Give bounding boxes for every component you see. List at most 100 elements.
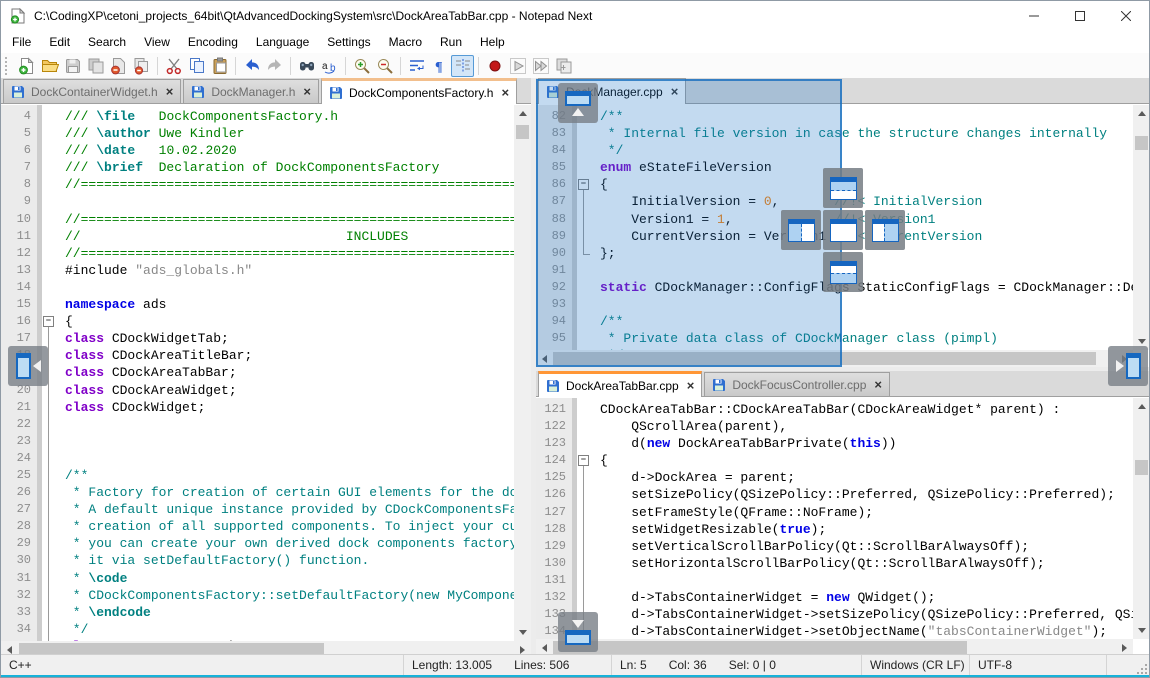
code-line[interactable]: 123 d(new DockAreaTabBarPrivate(this)) (536, 435, 1133, 452)
show-all-characters-icon[interactable]: ¶ (428, 55, 451, 77)
close-tab-icon[interactable]: × (874, 380, 882, 390)
drop-indicator-area-right[interactable] (865, 210, 905, 250)
code-line[interactable]: 4/// \file DockComponentsFactory.h (1, 108, 514, 125)
macro-play-icon[interactable] (506, 55, 529, 77)
menu-help[interactable]: Help (471, 32, 514, 52)
close-icon-toolbar[interactable] (107, 55, 130, 77)
tab-dockcontainerwidget-h[interactable]: DockContainerWidget.h × (3, 79, 181, 103)
fold-marker[interactable]: − (37, 313, 57, 330)
macro-record-icon[interactable] (483, 55, 506, 77)
drop-indicator-container-left[interactable] (8, 346, 48, 386)
code-line[interactable]: 130 setHorizontalScrollBarPolicy(Qt::Scr… (536, 555, 1133, 572)
close-tab-icon[interactable]: × (687, 381, 695, 391)
code-line[interactable]: 121CDockAreaTabBar::CDockAreaTabBar(CDoc… (536, 401, 1133, 418)
copy-icon[interactable] (185, 55, 208, 77)
find-icon[interactable] (295, 55, 318, 77)
close-tab-icon[interactable]: × (166, 87, 174, 97)
code-line[interactable]: 32 * CDockComponentsFactory::setDefaultF… (1, 587, 514, 604)
menu-settings[interactable]: Settings (318, 32, 379, 52)
drop-indicator-area-bottom[interactable] (823, 252, 863, 292)
drop-indicator-area-left[interactable] (781, 210, 821, 250)
drop-indicator-area-top[interactable] (823, 168, 863, 208)
new-file-icon[interactable] (15, 55, 38, 77)
code-line[interactable]: 27 * A default unique instance provided … (1, 501, 514, 518)
paste-icon[interactable] (208, 55, 231, 77)
code-line[interactable]: 30 * it via setDefaultFactory() function… (1, 552, 514, 569)
vertical-scrollbar[interactable] (1133, 398, 1150, 639)
tab-dockmanager-h[interactable]: DockManager.h × (183, 79, 319, 103)
code-line[interactable]: 13#include "ads_globals.h" (1, 262, 514, 279)
menu-file[interactable]: File (3, 32, 40, 52)
code-line[interactable]: 24 (1, 450, 514, 467)
code-line[interactable]: 9 (1, 193, 514, 210)
code-line[interactable]: 11// INCLUDES (1, 228, 514, 245)
resize-grip[interactable] (1141, 668, 1143, 670)
close-button[interactable] (1103, 1, 1149, 31)
toolbar-grip[interactable] (5, 57, 10, 75)
tab-dockfocuscontroller-cpp[interactable]: DockFocusController.cpp × (704, 372, 890, 396)
close-tab-icon[interactable]: × (303, 87, 311, 97)
code-line[interactable]: 34 */ (1, 621, 514, 638)
code-line[interactable]: 127 setFrameStyle(QFrame::NoFrame); (536, 504, 1133, 521)
tab-dockcomponentsfactory-h[interactable]: DockComponentsFactory.h × (321, 78, 517, 104)
close-all-icon[interactable] (130, 55, 153, 77)
maximize-button[interactable] (1057, 1, 1103, 31)
vertical-scrollbar[interactable] (1133, 105, 1150, 350)
code-line[interactable]: 22 (1, 416, 514, 433)
code-line[interactable]: 33 * \endcode (1, 604, 514, 621)
drop-indicator-container-top[interactable] (558, 83, 598, 123)
menu-search[interactable]: Search (79, 32, 135, 52)
code-line[interactable]: 6/// \date 10.02.2020 (1, 142, 514, 159)
open-file-icon[interactable] (38, 55, 61, 77)
code-line[interactable]: 10//====================================… (1, 211, 514, 228)
menu-language[interactable]: Language (247, 32, 318, 52)
code-line[interactable]: 31 * \code (1, 570, 514, 587)
code-line[interactable]: 131 (536, 572, 1133, 589)
code-line[interactable]: 126 setSizePolicy(QSizePolicy::Preferred… (536, 486, 1133, 503)
code-line[interactable]: 7/// \brief Declaration of DockComponent… (1, 159, 514, 176)
code-line[interactable]: 14 (1, 279, 514, 296)
code-line[interactable]: 16−{ (1, 313, 514, 330)
fold-marker[interactable]: − (572, 452, 592, 469)
code-line[interactable]: 20class CDockAreaWidget; (1, 382, 514, 399)
menu-run[interactable]: Run (431, 32, 471, 52)
menu-edit[interactable]: Edit (40, 32, 79, 52)
code-line[interactable]: 17class CDockWidgetTab; (1, 330, 514, 347)
save-all-icon[interactable] (84, 55, 107, 77)
editor-dockareatabbar[interactable]: 121CDockAreaTabBar::CDockAreaTabBar(CDoc… (536, 398, 1133, 642)
code-line[interactable]: 132 d->TabsContainerWidget = new QWidget… (536, 589, 1133, 606)
cut-icon[interactable] (162, 55, 185, 77)
code-line[interactable]: 28 * creation of all supported component… (1, 518, 514, 535)
code-line[interactable]: 15namespace ads (1, 296, 514, 313)
replace-icon[interactable]: ab (318, 55, 341, 77)
menu-macro[interactable]: Macro (380, 32, 431, 52)
drop-indicator-area-center[interactable] (823, 210, 863, 250)
code-line[interactable]: 122 QScrollArea(parent), (536, 418, 1133, 435)
code-line[interactable]: 18class CDockAreaTitleBar; (1, 347, 514, 364)
code-line[interactable]: 19class CDockAreaTabBar; (1, 364, 514, 381)
menu-view[interactable]: View (135, 32, 179, 52)
code-line[interactable]: 23 (1, 433, 514, 450)
vertical-scrollbar[interactable] (514, 105, 531, 641)
save-icon[interactable] (61, 55, 84, 77)
drop-indicator-container-right[interactable] (1108, 346, 1148, 386)
code-line[interactable]: 29 * you can create your own derived doc… (1, 535, 514, 552)
macro-save-icon[interactable] (552, 55, 575, 77)
code-line[interactable]: 134 d->TabsContainerWidget->setObjectNam… (536, 623, 1133, 640)
code-line[interactable]: 129 setVerticalScrollBarPolicy(Qt::Scrol… (536, 538, 1133, 555)
code-line[interactable]: 133 d->TabsContainerWidget->setSizePolic… (536, 606, 1133, 623)
code-line[interactable]: 25/** (1, 467, 514, 484)
menu-encoding[interactable]: Encoding (179, 32, 247, 52)
code-line[interactable]: 26 * Factory for creation of certain GUI… (1, 484, 514, 501)
word-wrap-icon[interactable] (405, 55, 428, 77)
code-line[interactable]: 125 d->DockArea = parent; (536, 469, 1133, 486)
zoom-in-icon[interactable] (350, 55, 373, 77)
code-line[interactable]: 128 setWidgetResizable(true); (536, 521, 1133, 538)
minimize-button[interactable] (1011, 1, 1057, 31)
title-bar[interactable]: C:\CodingXP\cetoni_projects_64bit\QtAdva… (1, 1, 1149, 31)
macro-run-multiple-icon[interactable] (529, 55, 552, 77)
zoom-out-icon[interactable] (373, 55, 396, 77)
tab-dockareatabbar-cpp[interactable]: DockAreaTabBar.cpp × (538, 371, 702, 397)
drop-indicator-container-bottom[interactable] (558, 612, 598, 652)
editor-dockcomponentsfactory[interactable]: 4/// \file DockComponentsFactory.h5/// \… (1, 105, 514, 644)
